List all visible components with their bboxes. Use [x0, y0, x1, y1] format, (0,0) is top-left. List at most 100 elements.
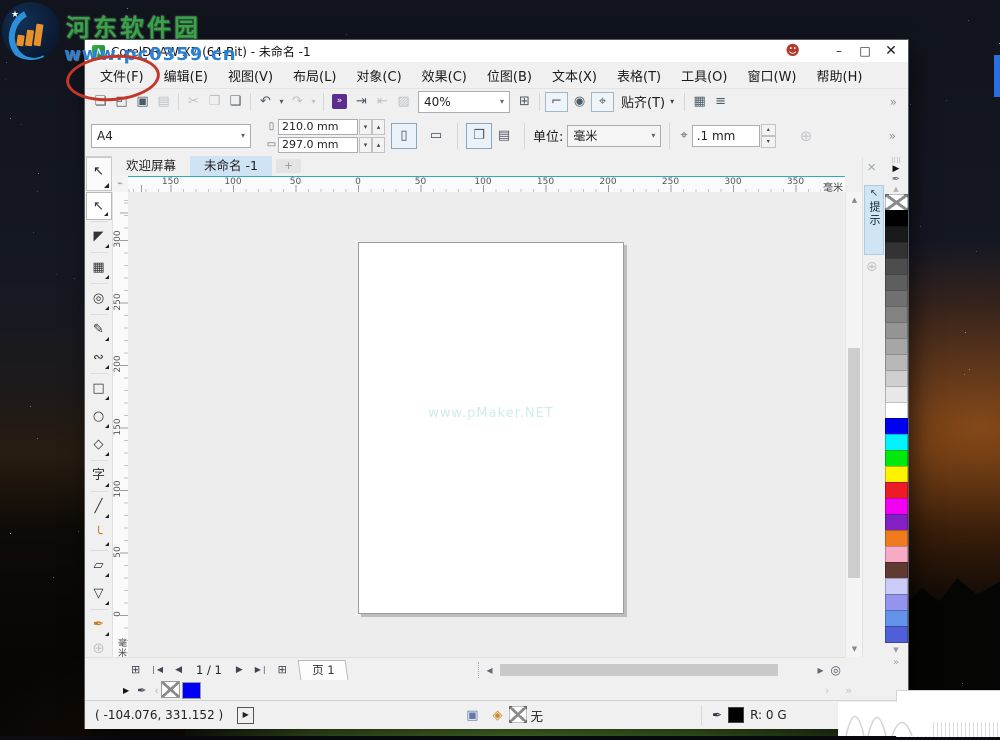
next-page-button[interactable]: ▶ [236, 665, 243, 675]
redo-icon[interactable]: ↷ [287, 94, 308, 109]
color-swatch[interactable] [884, 418, 908, 435]
tool-smart-drawing[interactable]: ∾ [86, 344, 112, 372]
zoom-glass-icon[interactable]: ◎ [831, 663, 841, 677]
color-swatch[interactable] [884, 450, 908, 467]
snap-to-dropdown[interactable]: 贴齐(T) ▾ [615, 92, 680, 111]
menu-text[interactable]: 文本(X) [542, 62, 607, 89]
propbar-overflow[interactable]: » [889, 129, 902, 143]
tool-rectangle[interactable]: □ [86, 375, 112, 403]
tool-color-eyedropper[interactable]: ✒ [86, 611, 112, 639]
tool-shape[interactable]: ◤ [86, 223, 112, 251]
import-icon[interactable]: ⇥ [351, 94, 372, 109]
color-swatch[interactable] [884, 466, 908, 483]
tool-pick[interactable]: ↖ [85, 192, 112, 220]
zoom-level-combo[interactable]: 40% ▾ [418, 90, 510, 113]
menu-view[interactable]: 视图(V) [218, 62, 283, 89]
color-swatch[interactable] [884, 578, 908, 595]
palette-scroll-down-icon[interactable]: ▼ [893, 646, 898, 654]
nudge-up-button[interactable]: ▴ [760, 123, 776, 136]
previous-page-button[interactable]: ◀ [175, 665, 182, 675]
scroll-up-icon[interactable]: ▲ [846, 196, 863, 204]
close-button[interactable]: ✕ [878, 43, 904, 59]
color-swatch[interactable] [884, 274, 908, 291]
menu-window[interactable]: 窗口(W) [738, 62, 807, 89]
docker-close-icon[interactable]: ✕ [867, 161, 876, 174]
hints-docker-tab[interactable]: ↖ 提示 [864, 185, 884, 255]
docpal-scroll-left-icon[interactable]: ‹ [154, 684, 158, 697]
menu-object[interactable]: 对象(C) [346, 62, 411, 89]
show-guidelines-icon[interactable]: ⌖ [591, 91, 614, 112]
tool-freehand[interactable]: ✎ [86, 316, 112, 344]
drawing-page[interactable]: www.pMaker.NET [358, 242, 624, 614]
color-swatch[interactable] [884, 338, 908, 355]
color-swatch[interactable] [884, 434, 908, 451]
redo-list-icon[interactable]: ▾ [308, 97, 319, 106]
color-swatch[interactable] [884, 482, 908, 499]
height-up-button[interactable]: ▴ [372, 136, 385, 153]
tool-transparency[interactable]: ▽ [86, 580, 112, 608]
docpal-eyedropper-icon[interactable]: ✒ [137, 684, 146, 697]
docpal-swatch-blue[interactable] [181, 681, 201, 699]
color-swatch[interactable] [884, 370, 908, 387]
height-down-button[interactable]: ▾ [359, 136, 372, 153]
docpal-swatch-none[interactable] [160, 681, 180, 698]
tool-ellipse[interactable]: ○ [86, 403, 112, 431]
first-page-button[interactable]: ❘◀ [150, 665, 163, 674]
docker-add-button[interactable]: ⊕ [866, 259, 878, 275]
color-swatch[interactable] [884, 226, 908, 243]
add-control-button[interactable]: ⊕ [800, 127, 813, 145]
vertical-scroll-thumb[interactable] [848, 348, 860, 578]
color-swatch[interactable] [884, 258, 908, 275]
cut-icon[interactable]: ✂ [183, 94, 204, 109]
color-swatch[interactable] [884, 514, 908, 531]
color-swatch[interactable] [884, 386, 908, 403]
menu-help[interactable]: 帮助(H) [807, 62, 873, 89]
document-tab-1[interactable]: 欢迎屏幕 [112, 156, 191, 176]
current-page-button[interactable]: ▤ [492, 124, 516, 148]
menu-effects[interactable]: 效果(C) [412, 62, 477, 89]
color-swatch[interactable] [884, 242, 908, 259]
color-swatch-none[interactable] [884, 194, 908, 211]
page-height-input[interactable]: 297.0 mm [278, 136, 358, 153]
horizontal-scrollbar[interactable] [494, 662, 815, 677]
docpal-expand-icon[interactable]: » [845, 684, 852, 697]
color-swatch[interactable] [884, 498, 908, 515]
all-pages-button[interactable]: ❐ [466, 122, 492, 149]
workspace-icon[interactable]: ≡ [710, 94, 731, 109]
tool-connector[interactable]: ╰ [86, 521, 112, 549]
undo-icon[interactable]: ↶ [255, 94, 276, 109]
color-swatch[interactable] [884, 546, 908, 563]
tool-interactive-fill[interactable]: ▱ [86, 552, 112, 580]
ruler-origin-icon[interactable]: ⌁ [112, 176, 128, 192]
tool-zoom[interactable]: ◎ [86, 285, 112, 313]
copy-icon[interactable]: ❐ [204, 94, 225, 109]
options-icon[interactable]: ▦ [689, 94, 710, 109]
color-swatch[interactable] [884, 354, 908, 371]
add-page-end-button[interactable]: ⊞ [278, 663, 287, 676]
page-width-input[interactable]: 210.0 mm [278, 118, 358, 135]
color-swatch[interactable] [884, 530, 908, 547]
toolbar-overflow[interactable]: » [890, 95, 903, 109]
vertical-scrollbar[interactable]: ▲ ▼ [845, 192, 863, 657]
drawing-canvas[interactable]: www.pMaker.NET [128, 192, 845, 657]
width-up-button[interactable]: ▴ [372, 118, 385, 135]
menu-tools[interactable]: 工具(O) [671, 62, 737, 89]
vertical-ruler[interactable]: 300 250 200 150 100 50 0 [112, 192, 128, 657]
color-swatch[interactable] [884, 210, 908, 227]
new-document-tab-button[interactable]: + [275, 159, 302, 173]
color-swatch[interactable] [884, 322, 908, 339]
tool-crop[interactable]: ▦ [86, 254, 112, 282]
nudge-down-button[interactable]: ▾ [760, 135, 776, 148]
toolbox-add-button[interactable]: ⊕ [92, 639, 105, 657]
color-swatch[interactable] [884, 402, 908, 419]
horizontal-scroll-thumb[interactable] [500, 663, 779, 676]
color-swatch[interactable] [884, 610, 908, 627]
page-size-combo[interactable]: A4 ▾ [91, 123, 251, 148]
landscape-button[interactable]: ▭ [423, 123, 449, 149]
scroll-left-icon[interactable]: ◂ [486, 663, 492, 677]
menu-table[interactable]: 表格(T) [607, 62, 671, 89]
color-swatch[interactable] [884, 626, 908, 643]
docpal-scroll-right-icon[interactable]: › [825, 684, 829, 697]
paste-icon[interactable]: ❑ [225, 94, 246, 109]
color-swatch[interactable] [884, 306, 908, 323]
